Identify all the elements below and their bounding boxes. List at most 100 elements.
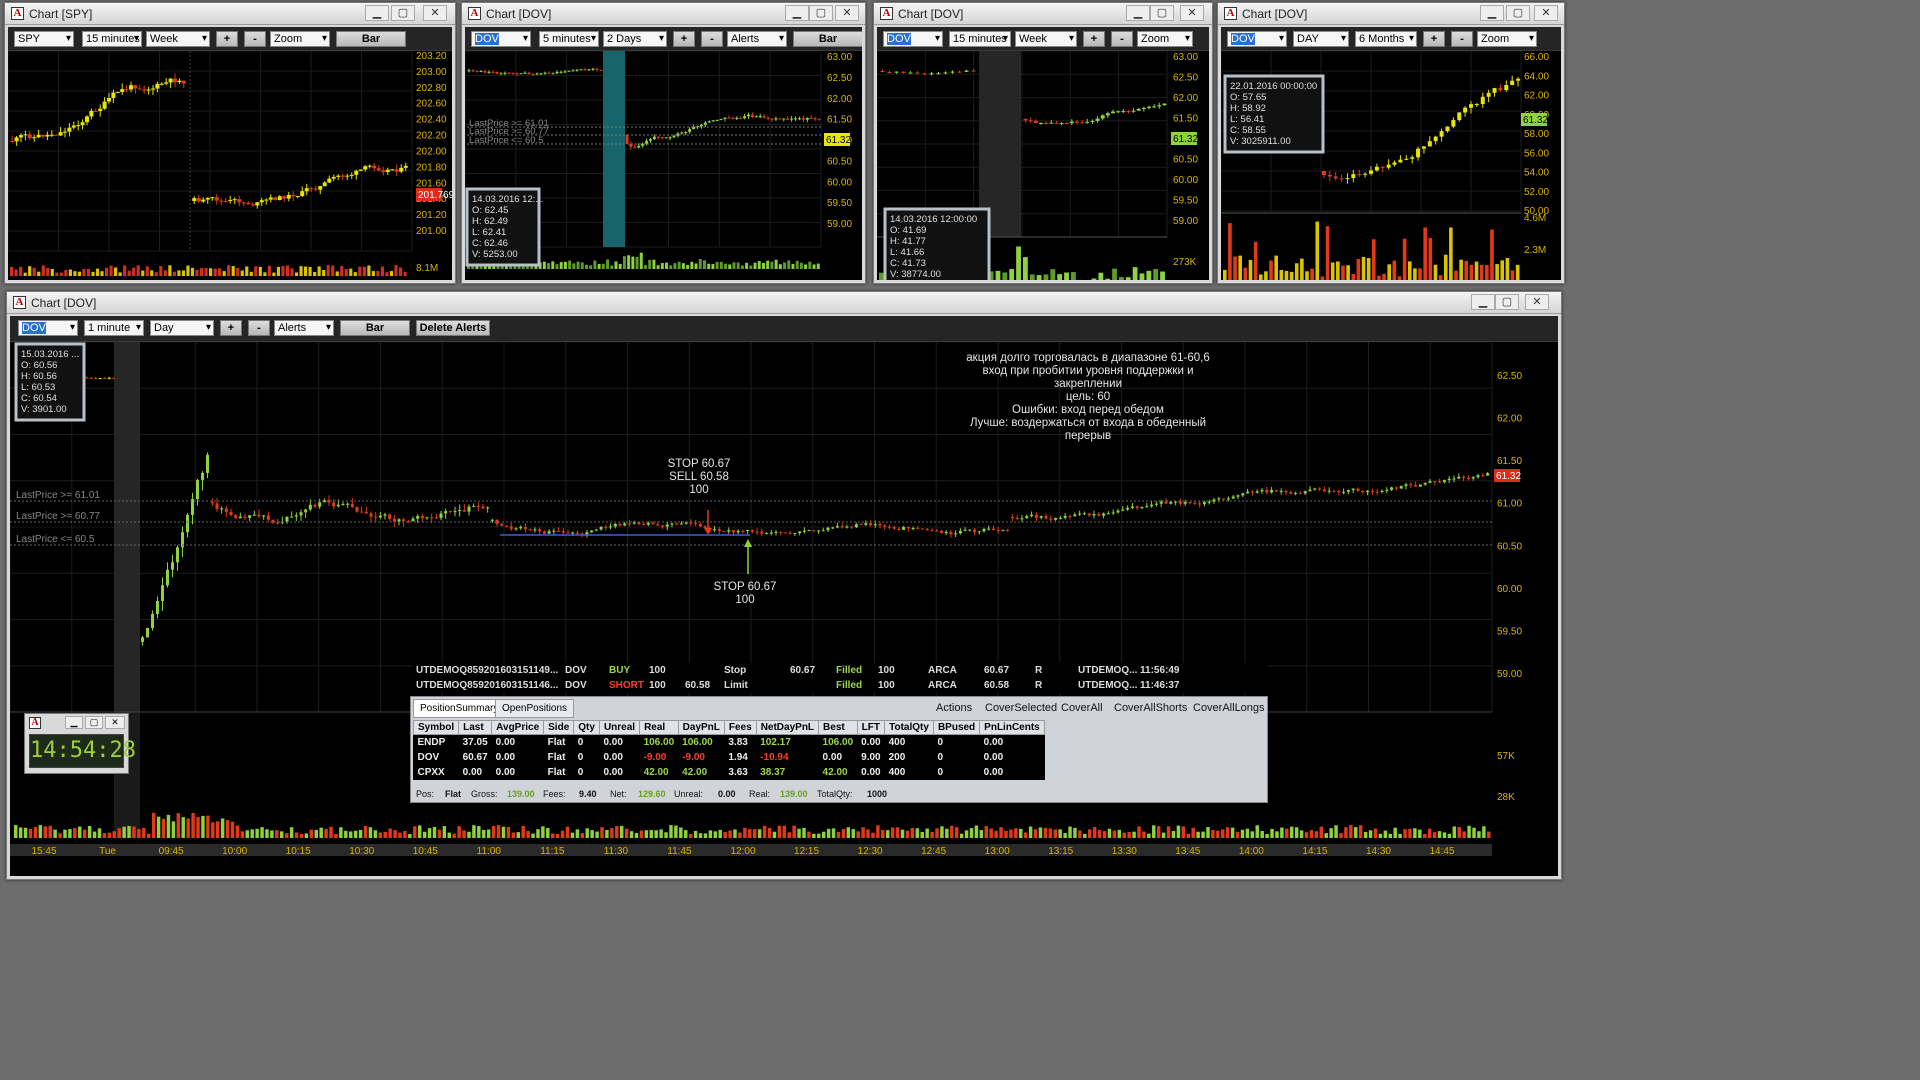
zoom-select[interactable]: Zoom xyxy=(1137,31,1193,47)
col-header-unreal[interactable]: Unreal xyxy=(598,720,641,735)
close-icon[interactable]: ✕ xyxy=(1525,294,1549,310)
minimize-icon[interactable]: ▁ xyxy=(785,5,809,21)
chart-type-button[interactable]: Bar xyxy=(336,31,406,47)
minimize-icon[interactable]: ▁ xyxy=(65,716,83,729)
dov-15min-titlebar[interactable]: A Chart [DOV] ▁ ▢ ✕ xyxy=(874,3,1212,25)
zoom-out-button[interactable]: - xyxy=(244,31,266,47)
minimize-icon[interactable]: ▁ xyxy=(1126,5,1150,21)
zoom-select[interactable]: Zoom xyxy=(270,31,330,47)
interval-select[interactable]: 15 minutes xyxy=(82,31,142,47)
table-row[interactable]: CPXX 0.00 0.00 Flat 0 0.00 42.00 42.00 3.63 38.37… xyxy=(414,765,1045,780)
zoom-out-button[interactable]: - xyxy=(701,31,723,47)
delete-alerts-button[interactable]: Delete Alerts xyxy=(416,320,490,336)
close-icon[interactable]: ✕ xyxy=(835,5,859,21)
candle-body xyxy=(1327,174,1332,177)
zoom-out-button[interactable]: - xyxy=(248,320,270,336)
tab-open-positions[interactable]: OpenPositions xyxy=(495,699,575,718)
volume-bar xyxy=(728,830,732,838)
minimize-icon[interactable]: ▁ xyxy=(365,5,389,21)
alerts-select[interactable]: Alerts xyxy=(274,320,334,336)
zoom-out-button[interactable]: - xyxy=(1451,31,1473,47)
col-header-qty[interactable]: Qty xyxy=(573,720,600,735)
close-icon[interactable]: ✕ xyxy=(423,5,447,21)
minimize-icon[interactable]: ▁ xyxy=(1471,294,1495,310)
dov-daily-price-plot[interactable]: 66.0064.0062.0060.0058.0056.0054.0052.00… xyxy=(1221,51,1561,280)
zoom-in-button[interactable]: + xyxy=(673,31,695,47)
cover-all-longs-button[interactable]: CoverAllLongs xyxy=(1193,702,1265,714)
minimize-icon[interactable]: ▁ xyxy=(1480,5,1504,21)
range-select[interactable]: 2 Days xyxy=(603,31,667,47)
volume-bar xyxy=(41,265,45,276)
interval-select[interactable]: DAY xyxy=(1293,31,1349,47)
symbol-select[interactable]: DOV xyxy=(471,31,531,47)
chart-type-button[interactable]: Bar xyxy=(793,31,862,47)
main-titlebar[interactable]: A Chart [DOV] ▁ ▢ ✕ xyxy=(7,292,1561,314)
col-header-side[interactable]: Side xyxy=(543,720,575,735)
candle-body xyxy=(196,479,199,500)
interval-select[interactable]: 1 minute xyxy=(84,320,144,336)
zoom-in-button[interactable]: + xyxy=(220,320,242,336)
alerts-select[interactable]: Alerts xyxy=(727,31,787,47)
interval-select[interactable]: 15 minutes xyxy=(949,31,1011,47)
range-select[interactable]: Week xyxy=(146,31,210,47)
col-header-fees[interactable]: Fees xyxy=(723,720,757,735)
col-header-lft[interactable]: LFT xyxy=(856,720,886,735)
zoom-in-button[interactable]: + xyxy=(1083,31,1105,47)
maximize-icon[interactable]: ▢ xyxy=(1495,294,1519,310)
candle-body xyxy=(1385,489,1389,491)
maximize-icon[interactable]: ▢ xyxy=(391,5,415,21)
dov-15min-price-plot[interactable]: 63.0062.5062.0061.5061.0060.5060.0059.50… xyxy=(877,51,1209,280)
col-header-daypnl[interactable]: DayPnL xyxy=(677,720,725,735)
spy-price-plot[interactable]: 203.20 203.00 202.80 202.60 202.40 202.20 202.… xyxy=(8,51,452,280)
dov-5min-price-plot[interactable]: LastPrice >= 61.01LastPrice >= 60.77Last… xyxy=(465,51,862,280)
dov-daily-titlebar[interactable]: A Chart [DOV] ▁ ▢ ✕ xyxy=(1218,3,1564,25)
col-header-avgprice[interactable]: AvgPrice xyxy=(491,720,545,735)
table-row[interactable]: DOV 60.67 0.00 Flat 0 0.00 -9.00 -9.00 1.94 -10.9… xyxy=(414,750,1045,765)
order-row[interactable]: UTDEMOQ859201603151149... DOV BUY 100 St… xyxy=(412,663,1268,678)
range-select[interactable]: Week xyxy=(1015,31,1077,47)
spy-titlebar[interactable]: A Chart [SPY] ▁ ▢ ✕ xyxy=(5,3,455,25)
maximize-icon[interactable]: ▢ xyxy=(1506,5,1530,21)
spy-chart-window[interactable]: A Chart [SPY] ▁ ▢ ✕ SPY 15 minutes Week … xyxy=(4,2,456,284)
clock-widget[interactable]: A ▁ ▢ ✕ 14:54:28 xyxy=(24,713,136,774)
zoom-in-button[interactable]: + xyxy=(216,31,238,47)
col-header-netdaypnl[interactable]: NetDayPnL xyxy=(755,720,820,735)
symbol-select[interactable]: DOV xyxy=(883,31,943,47)
interval-select[interactable]: 5 minutes xyxy=(539,31,599,47)
table-row[interactable]: ENDP 37.05 0.00 Flat 0 0.00 106.00 106.00 3.83 10… xyxy=(414,735,1045,750)
tab-position-summary[interactable]: PositionSummary xyxy=(413,699,506,718)
dov-15min-window[interactable]: A Chart [DOV] ▁ ▢ ✕ DOV 15 minutes Week … xyxy=(873,2,1213,284)
cover-all-shorts-button[interactable]: CoverAllShorts xyxy=(1114,702,1187,714)
range-select[interactable]: Day xyxy=(150,320,214,336)
dov-daily-window[interactable]: A Chart [DOV] ▁ ▢ ✕ DOV DAY 6 Months + -… xyxy=(1217,2,1565,284)
symbol-select[interactable]: DOV xyxy=(1227,31,1287,47)
candle-body xyxy=(85,377,89,379)
symbol-select[interactable]: DOV xyxy=(18,320,78,336)
zoom-select[interactable]: Zoom xyxy=(1477,31,1537,47)
dov-5min-titlebar[interactable]: A Chart [DOV] ▁ ▢ ✕ xyxy=(462,3,865,25)
col-header-best[interactable]: Best xyxy=(818,720,858,735)
zoom-out-button[interactable]: - xyxy=(1111,31,1133,47)
dov-5min-window[interactable]: A Chart [DOV] ▁ ▢ ✕ DOV 5 minutes 2 Days… xyxy=(461,2,866,284)
cover-all-button[interactable]: CoverAll xyxy=(1061,702,1103,714)
cover-selected-button[interactable]: CoverSelected xyxy=(985,702,1057,714)
volume-bar xyxy=(743,827,747,838)
close-icon[interactable]: ✕ xyxy=(1180,5,1204,21)
col-header-last[interactable]: Last xyxy=(458,720,493,735)
col-header-real[interactable]: Real xyxy=(639,720,679,735)
col-header-pnlincents[interactable]: PnLinCents xyxy=(979,720,1045,735)
actions-menu[interactable]: Actions xyxy=(936,702,972,714)
col-header-symbol[interactable]: Symbol xyxy=(412,720,460,735)
maximize-icon[interactable]: ▢ xyxy=(85,716,103,729)
close-icon[interactable]: ✕ xyxy=(1534,5,1558,21)
order-row[interactable]: UTDEMOQ859201603151146... DOV SHORT 100 … xyxy=(412,678,1268,693)
chart-type-button[interactable]: Bar xyxy=(340,320,410,336)
zoom-in-button[interactable]: + xyxy=(1423,31,1445,47)
maximize-icon[interactable]: ▢ xyxy=(1150,5,1174,21)
maximize-icon[interactable]: ▢ xyxy=(809,5,833,21)
col-header-totalqty[interactable]: TotalQty xyxy=(884,720,934,735)
close-icon[interactable]: ✕ xyxy=(105,716,125,729)
range-select[interactable]: 6 Months xyxy=(1355,31,1417,47)
col-header-bpused[interactable]: BPused xyxy=(932,720,981,735)
symbol-select[interactable]: SPY xyxy=(14,31,74,47)
